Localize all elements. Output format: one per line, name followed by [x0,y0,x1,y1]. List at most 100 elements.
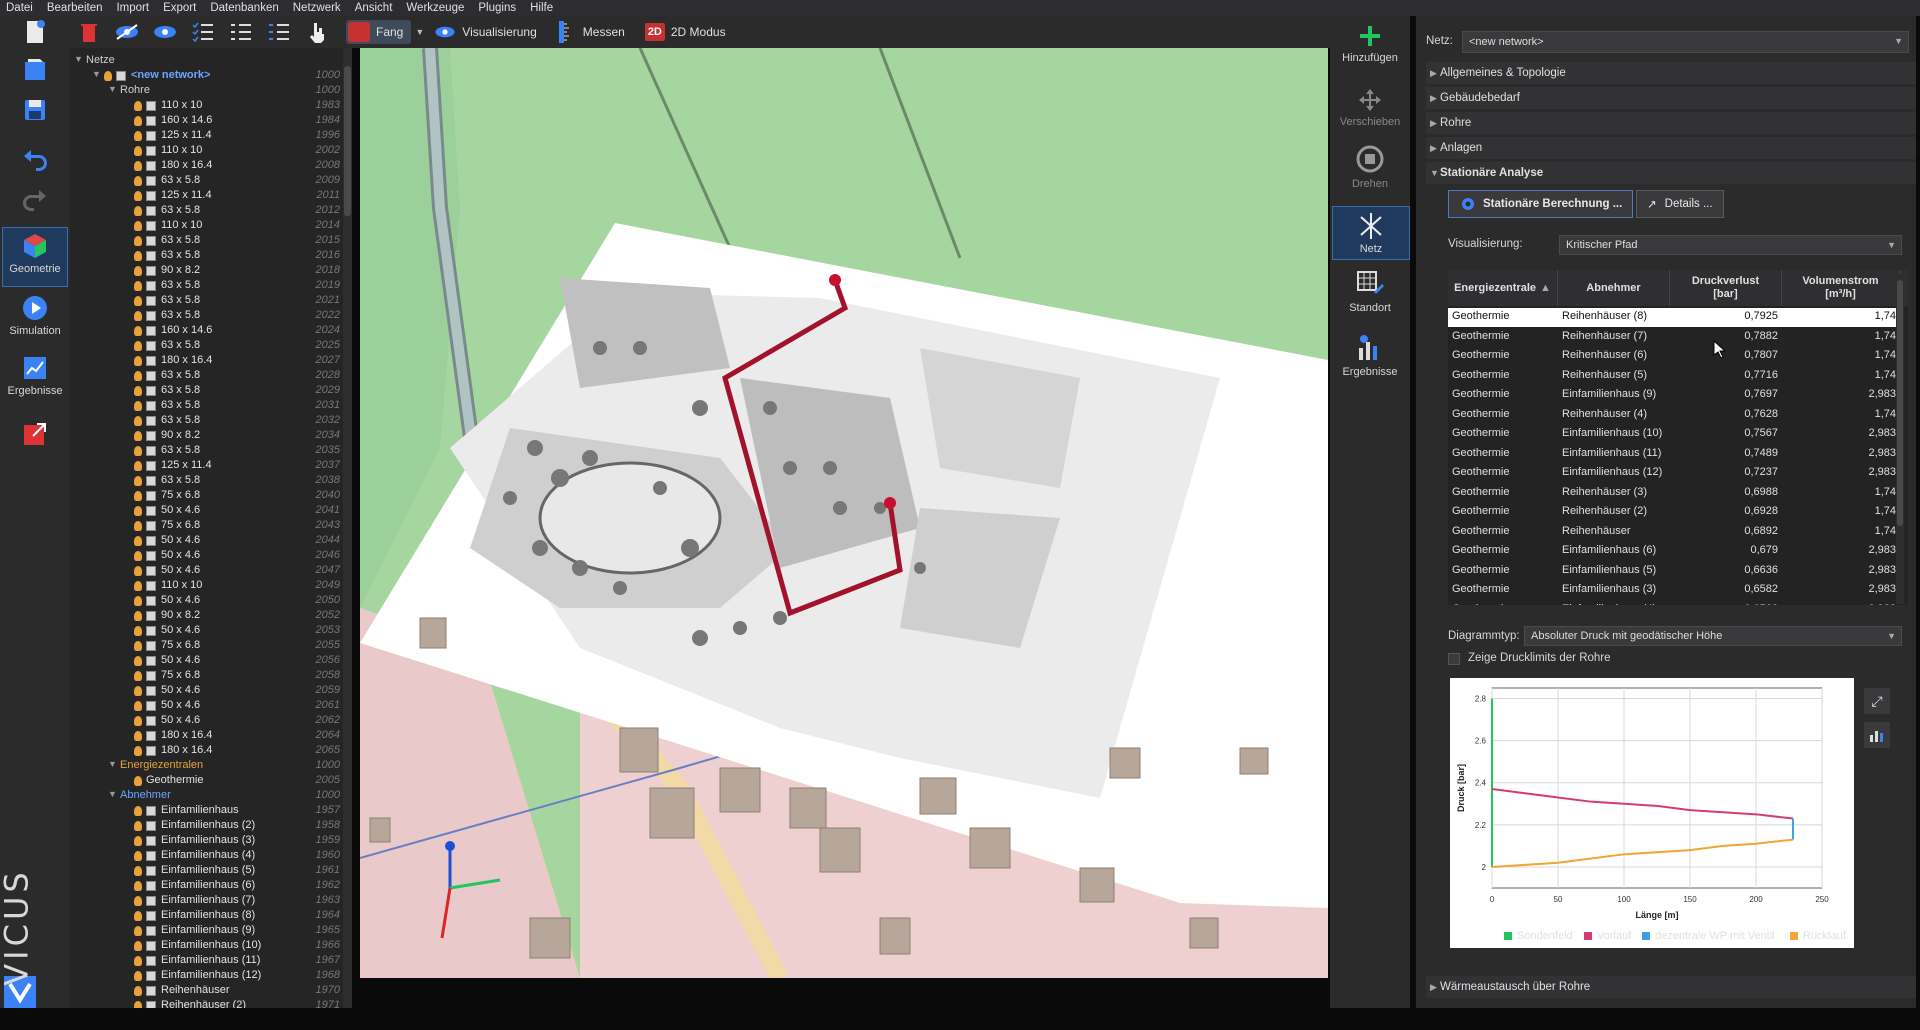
select-box-icon[interactable] [146,296,156,306]
select-box-icon[interactable] [146,581,156,591]
select-box-icon[interactable] [146,911,156,921]
expand-toggle-icon[interactable]: ▼ [108,759,117,769]
drucklimits-checkbox[interactable] [1448,653,1460,665]
tree-item-consumer[interactable]: Einfamilienhaus (6) 1962 [70,879,340,894]
visibility-bulb-icon[interactable] [134,986,142,996]
visibility-bulb-icon[interactable] [134,326,142,336]
visibility-bulb-icon[interactable] [134,296,142,306]
select-box-icon[interactable] [146,416,156,426]
select-box-icon[interactable] [146,926,156,936]
fang-button[interactable]: Fang [346,20,412,44]
tree-item-pipe[interactable]: 63 x 5.8 2025 [70,339,340,354]
open-file-button[interactable] [10,56,60,84]
expand-toggle-icon[interactable]: ▼ [108,789,117,799]
section-waermeaustausch[interactable]: ▶ Wärmeaustausch über Rohre [1426,976,1916,998]
menu-item[interactable]: Ansicht [355,2,393,14]
menu-item[interactable]: Hilfe [530,2,553,14]
visibility-bulb-icon[interactable] [134,521,142,531]
select-box-icon[interactable] [146,251,156,261]
select-box-icon[interactable] [146,221,156,231]
tree-item-pipe[interactable]: 90 x 8.2 2052 [70,609,340,624]
tree-item-pipe[interactable]: 125 x 11.4 2011 [70,189,340,204]
redo-button[interactable] [10,184,60,212]
tree-item-pipe[interactable]: 180 x 16.4 2027 [70,354,340,369]
visibility-bulb-icon[interactable] [134,191,142,201]
visibility-bulb-icon[interactable] [134,311,142,321]
new-file-button[interactable] [10,18,60,46]
select-box-icon[interactable] [146,401,156,411]
select-box-icon[interactable] [146,446,156,456]
select-box-icon[interactable] [146,986,156,996]
tree-category-rohre[interactable]: ▼ Rohre 1000 [70,84,340,99]
visibility-bulb-icon[interactable] [134,731,142,741]
select-box-icon[interactable] [146,236,156,246]
visibility-bulb-icon[interactable] [134,101,142,111]
visibility-bulb-icon[interactable] [134,116,142,126]
netz-select[interactable]: <new network> ▼ [1462,31,1909,53]
select-box-icon[interactable] [146,866,156,876]
visibility-bulb-icon[interactable] [134,446,142,456]
table-row[interactable]: Geothermie Reihenhäuser (7) 0,7882 1,74 [1448,328,1900,347]
visibility-bulb-icon[interactable] [134,851,142,861]
expand-toggle-icon[interactable]: ▼ [108,84,117,94]
tree-item-pipe[interactable]: 75 x 6.8 2055 [70,639,340,654]
table-scrollbar[interactable] [1896,274,1904,604]
messen-button[interactable]: Messen [557,20,625,44]
mode-geometrie-button[interactable]: Geometrie [2,227,68,287]
visualisierung-button[interactable]: Visualisierung [434,25,537,39]
visibility-bulb-icon[interactable] [134,131,142,141]
tree-item-pipe[interactable]: 63 x 5.8 2012 [70,204,340,219]
select-box-icon[interactable] [146,806,156,816]
visibility-bulb-icon[interactable] [134,686,142,696]
select-box-icon[interactable] [146,686,156,696]
visibility-bulb-icon[interactable] [134,896,142,906]
visibility-bulb-icon[interactable] [134,611,142,621]
tree-item-pipe[interactable]: 63 x 5.8 2009 [70,174,340,189]
table-row[interactable]: Geothermie Reihenhäuser 0,6892 1,74 [1448,523,1900,542]
table-row[interactable]: Geothermie Reihenhäuser (5) 0,7716 1,74 [1448,367,1900,386]
list-button[interactable] [226,19,256,45]
visibility-bulb-icon[interactable] [134,476,142,486]
visibility-bulb-icon[interactable] [134,746,142,756]
tree-item-pipe[interactable]: 125 x 11.4 2037 [70,459,340,474]
tree-item-consumer[interactable]: Einfamilienhaus (7) 1963 [70,894,340,909]
select-box-icon[interactable] [146,101,156,111]
tree-item-pipe[interactable]: 125 x 11.4 1996 [70,129,340,144]
menu-item[interactable]: Import [116,2,149,14]
tree-item-pipe[interactable]: 50 x 4.6 2061 [70,699,340,714]
visibility-bulb-icon[interactable] [134,836,142,846]
visibility-bulb-icon[interactable] [134,581,142,591]
select-box-icon[interactable] [146,536,156,546]
select-box-icon[interactable] [146,191,156,201]
select-box-icon[interactable] [146,371,156,381]
table-row[interactable]: Geothermie Einfamilienhaus (6) 0,679 2,983 [1448,542,1900,561]
visibility-bulb-icon[interactable] [134,776,142,786]
select-box-icon[interactable] [146,356,156,366]
tree-item-consumer[interactable]: Einfamilienhaus (11) 1967 [70,954,340,969]
select-box-icon[interactable] [146,551,156,561]
expand-toggle-icon[interactable]: ▼ [74,54,83,64]
tree-item-consumer[interactable]: Einfamilienhaus 1957 [70,804,340,819]
menu-item[interactable]: Datenbanken [210,2,278,14]
section-gebaeudebedarf[interactable]: ▶ Gebäudebedarf [1426,87,1916,109]
tree-item-pipe[interactable]: 63 x 5.8 2031 [70,399,340,414]
chart-export-button[interactable] [1864,722,1890,748]
select-box-icon[interactable] [116,71,126,81]
select-box-icon[interactable] [146,341,156,351]
tree-item-pipe[interactable]: 50 x 4.6 2062 [70,714,340,729]
visibility-bulb-icon[interactable] [134,386,142,396]
visibility-bulb-icon[interactable] [134,281,142,291]
select-box-icon[interactable] [146,161,156,171]
select-box-icon[interactable] [146,701,156,711]
tree-item-pipe[interactable]: 180 x 16.4 2064 [70,729,340,744]
tree-item-consumer[interactable]: Reihenhäuser (2) 1971 [70,999,340,1008]
tree-item-pipe[interactable]: 63 x 5.8 2016 [70,249,340,264]
table-row[interactable]: Geothermie Einfamilienhaus (12) 0,7237 2,98… [1448,464,1900,483]
select-box-icon[interactable] [146,881,156,891]
tree-item-pipe[interactable]: 110 x 10 2049 [70,579,340,594]
select-box-icon[interactable] [146,896,156,906]
tree-item-pipe[interactable]: 50 x 4.6 2050 [70,594,340,609]
tree-item-pipe[interactable]: 90 x 8.2 2018 [70,264,340,279]
tree-item-pipe[interactable]: 75 x 6.8 2040 [70,489,340,504]
tree-item-consumer[interactable]: Einfamilienhaus (12) 1968 [70,969,340,984]
